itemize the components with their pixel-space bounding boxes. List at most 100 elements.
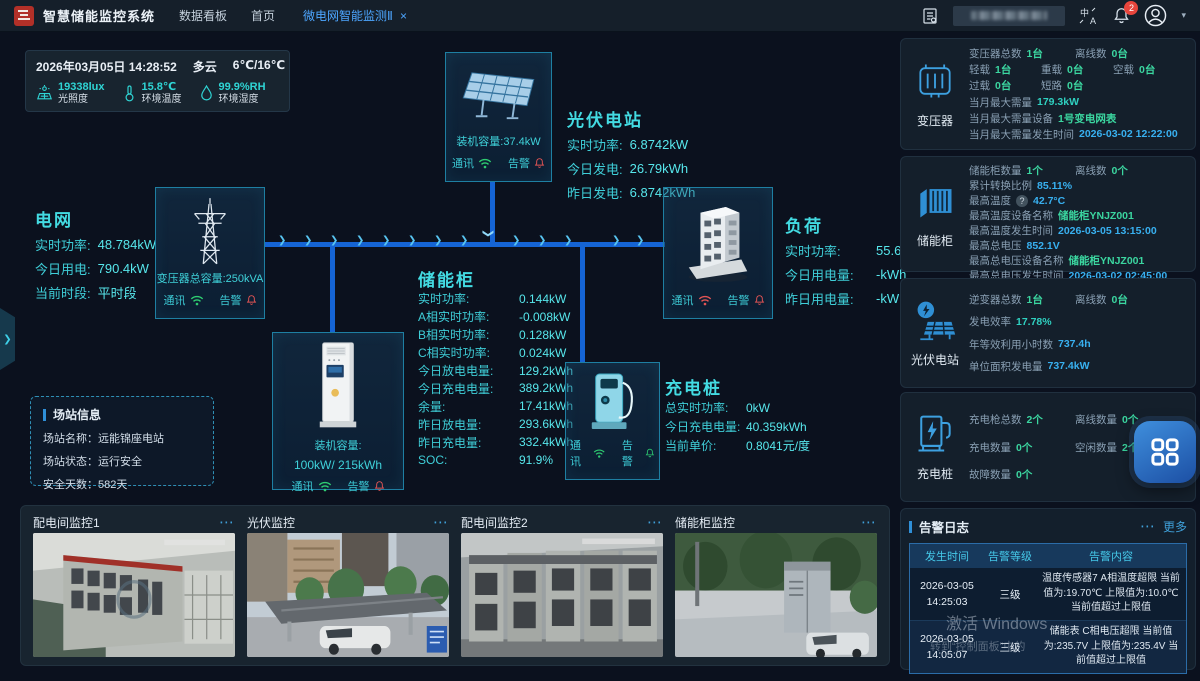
weather-panel: 2026年03月05日 14:28:52 多云 6℃/16℃ 19338lux … — [25, 50, 290, 112]
stat-row: A相实时功率:-0.008kW — [418, 308, 573, 326]
alarm-clock: 14:05:07 — [927, 649, 968, 661]
stat-value: 0.024kW — [519, 346, 566, 360]
camera-card-4: 储能柜监控 ⋯ — [675, 512, 877, 657]
flow-arrow — [278, 235, 286, 246]
grid-tower-node[interactable]: 变压器总容量:250kVA 通讯 告警 — [155, 187, 265, 319]
blurred-username — [971, 11, 1047, 20]
load-node[interactable]: 通讯 告警 — [663, 187, 773, 319]
nav-home[interactable]: 首页 — [251, 7, 275, 24]
question-icon[interactable]: ? — [1016, 195, 1028, 207]
camera-feed[interactable] — [461, 533, 663, 657]
temperature-metric: 15.8℃ 环境温度 — [123, 81, 181, 105]
svg-text:A: A — [1090, 16, 1096, 25]
user-search-input[interactable] — [953, 6, 1065, 26]
alarm-time: 2026-03-05 14:25:03 — [910, 578, 984, 611]
stat-value: 1个 — [1027, 163, 1043, 178]
stat-value: 0台 — [1139, 62, 1155, 77]
stat-label: SOC: — [418, 453, 512, 467]
stat-label: 离线数 — [1075, 46, 1107, 61]
stat-label: 短路 — [1041, 78, 1062, 93]
stat-value: 0台 — [1067, 62, 1083, 77]
stat-row: 实时功率:48.784kW — [35, 232, 156, 256]
more-icon[interactable]: ⋯ — [861, 518, 877, 528]
stat-row: 实时功率:0.144kW — [418, 290, 573, 308]
flow-arrow — [564, 235, 572, 246]
camera-card-3: 配电间监控2 ⋯ — [461, 512, 663, 657]
stat-label: 年等效利用小时数 — [969, 337, 1053, 352]
stat-line: 单位面积发电量737.4kW — [969, 359, 1189, 374]
camera-feed[interactable] — [247, 533, 449, 657]
stat-line: 当月最大需量设备1号变电网表 — [969, 111, 1189, 126]
more-icon[interactable]: ⋯ — [433, 518, 449, 528]
stat-line: 累计转换比例85.11% — [969, 178, 1189, 193]
comm-label: 通讯 — [452, 155, 474, 171]
stat-value: 1号变电网表 — [1058, 111, 1116, 126]
alarm-level: 三级 — [984, 640, 1036, 655]
alarm-log-panel: 告警日志 ⋯ 更多 发生时间 告警等级 告警内容 2026-03-05 14:2… — [900, 508, 1196, 670]
stat-value: 0台 — [1112, 46, 1128, 61]
stat-value: 0台 — [995, 78, 1011, 93]
storage-title: 储能柜 — [418, 266, 475, 291]
nav-data-board[interactable]: 数据看板 — [179, 7, 227, 24]
stat-line: 最高温度发生时间2026-03-05 13:15:00 — [969, 223, 1189, 238]
stat-label: 空载 — [1113, 62, 1134, 77]
comm-label: 通讯 — [292, 478, 314, 494]
more-icon[interactable]: ⋯ — [219, 518, 235, 528]
storage-capacity-caption1: 装机容量: — [314, 437, 361, 453]
stat-value: 0个 — [1122, 412, 1138, 427]
panel-label: 充电桩 — [917, 465, 953, 482]
stat-row: 昨日放电量:293.6kWh — [418, 415, 573, 433]
translate-icon[interactable]: 中 A — [1079, 7, 1099, 25]
tab-microgrid-monitor[interactable]: 微电网智能监测Ⅱ × — [303, 7, 407, 24]
section-accent-bar — [43, 409, 46, 421]
pv-node[interactable]: 装机容量:37.4kW 通讯 告警 — [445, 52, 552, 182]
flow-arrow — [612, 235, 620, 246]
notification-badge: 2 — [1124, 1, 1138, 15]
stat-row: 实时功率:6.8742kW — [567, 132, 695, 156]
stat-value: 0kW — [746, 401, 770, 415]
stat-label: 重载 — [1041, 62, 1062, 77]
alarm-log-title: 告警日志 — [919, 517, 969, 536]
tab-close-icon[interactable]: × — [400, 9, 407, 23]
illuminance-label: 光照度 — [58, 94, 104, 106]
apps-launcher-button[interactable] — [1134, 421, 1196, 483]
alarm-label: 告警 — [508, 155, 530, 171]
storage-node[interactable]: 装机容量: 100kW/ 215kWh 通讯 告警 — [272, 332, 404, 490]
charger-node[interactable]: 通讯 告警 — [565, 362, 660, 480]
section-accent-bar — [909, 521, 912, 533]
more-icon[interactable]: ⋯ — [647, 518, 663, 528]
stat-line: 变压器总数1台 离线数0台 — [969, 46, 1189, 61]
humidity-value: 99.9%RH — [218, 81, 265, 94]
grid-comm-status: 通讯 — [164, 292, 204, 308]
camera-card-2: 光伏监控 ⋯ — [247, 512, 449, 657]
report-icon[interactable] — [921, 7, 939, 25]
charger-alarm-status: 告警 — [622, 437, 655, 469]
stat-row: 总实时功率:0kW — [665, 398, 810, 417]
camera-feed[interactable] — [675, 533, 877, 657]
stat-label: 最高总电压 — [969, 238, 1022, 253]
building-icon — [681, 199, 755, 285]
column-header: 告警等级 — [984, 548, 1036, 564]
caret-down-icon[interactable]: ▾ — [1181, 10, 1186, 21]
stat-label: 空闲数量 — [1075, 440, 1117, 455]
more-icon[interactable]: ⋯ — [1140, 522, 1156, 532]
stat-value: 平时段 — [98, 283, 137, 302]
sidebar-expander[interactable]: ❯ — [0, 308, 15, 370]
weather-condition: 多云 — [193, 58, 217, 75]
notifications-button[interactable]: 2 — [1113, 7, 1130, 24]
stat-value: 17.78% — [1016, 316, 1052, 328]
stat-label: 最高总电压设备名称 — [969, 253, 1064, 268]
load-comm-status: 通讯 — [672, 292, 712, 308]
avatar[interactable] — [1144, 4, 1167, 27]
station-safe-days: 安全天数：582天 — [43, 476, 201, 492]
flow-arrow — [434, 235, 442, 246]
pv-title: 光伏电站 — [567, 106, 643, 131]
alarm-time: 2026-03-05 14:05:07 — [910, 631, 984, 664]
topbar-right: 中 A 2 ▾ — [921, 4, 1186, 27]
alarm-more-link[interactable]: 更多 — [1163, 518, 1187, 535]
stat-label: 当月最大需量发生时间 — [969, 127, 1074, 142]
camera-feed[interactable] — [33, 533, 235, 657]
wifi-icon — [190, 295, 204, 306]
stat-value: 0个 — [1112, 163, 1128, 178]
stat-line: 发电效率17.78% — [969, 314, 1189, 329]
